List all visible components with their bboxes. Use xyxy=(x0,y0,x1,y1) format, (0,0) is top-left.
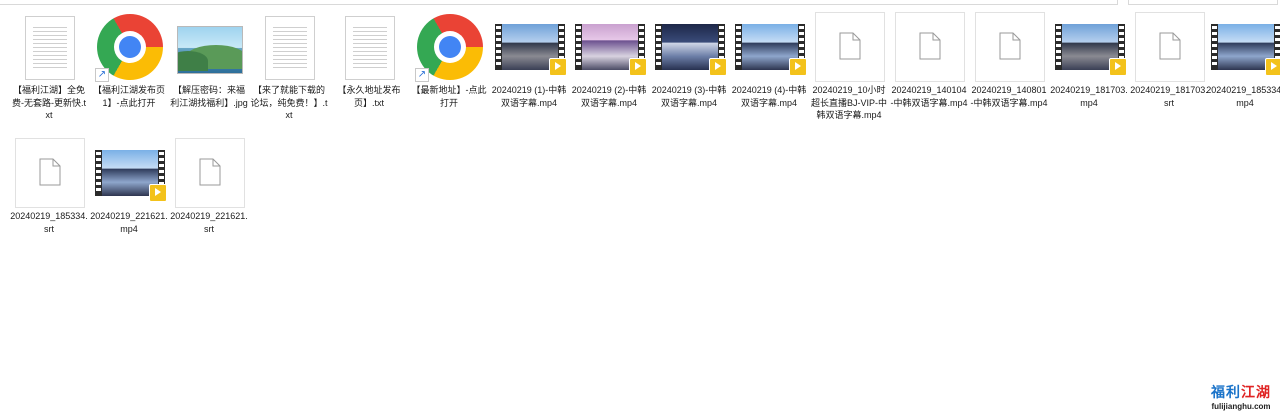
blank-file-icon xyxy=(175,138,245,208)
file-name: 【福利江湖】全免费-无套路-更新快.txt xyxy=(12,85,86,120)
video-file-icon xyxy=(735,12,807,82)
shortcut-arrow-icon: ↗ xyxy=(415,68,429,82)
play-badge-icon xyxy=(709,58,727,76)
address-bar[interactable] xyxy=(0,0,1118,5)
file-name: 20240219_221621.mp4 xyxy=(90,211,168,234)
file-name: 20240219_181703.srt xyxy=(1130,85,1208,108)
watermark-title: 福利江湖 xyxy=(1211,385,1271,401)
file-name: 【福利江湖发布页1】-点此打开 xyxy=(92,85,165,108)
watermark-logo: 福利江湖 fulijianghu.com xyxy=(1205,382,1277,416)
video-file-icon xyxy=(655,12,727,82)
file-name: 20240219 (3)-中韩双语字幕.mp4 xyxy=(651,85,727,108)
watermark-url: fulijianghu.com xyxy=(1211,402,1271,411)
blank-file-icon xyxy=(975,12,1045,82)
video-file-icon xyxy=(575,12,647,82)
file-name: 20240219 (2)-中韩双语字幕.mp4 xyxy=(571,85,647,108)
play-badge-icon xyxy=(629,58,647,76)
shortcut-arrow-icon: ↗ xyxy=(95,68,109,82)
text-file-icon xyxy=(255,12,325,82)
play-badge-icon xyxy=(1265,58,1280,76)
file-name: 【最新地址】-点此打开 xyxy=(411,85,487,108)
play-badge-icon xyxy=(1109,58,1127,76)
file-name: 20240219 (4)-中韩双语字幕.mp4 xyxy=(731,85,807,108)
video-file-icon xyxy=(1055,12,1127,82)
blank-file-icon xyxy=(815,12,885,82)
play-badge-icon xyxy=(549,58,567,76)
file-name: 20240219_140104-中韩双语字幕.mp4 xyxy=(890,85,968,108)
file-name: 20240219_140801-中韩双语字幕.mp4 xyxy=(970,85,1048,108)
blank-file-icon xyxy=(15,138,85,208)
blank-file-icon xyxy=(1135,12,1205,82)
file-name: 【来了就能下载的论坛，纯免费！】.txt xyxy=(250,85,328,120)
search-box[interactable] xyxy=(1128,0,1278,5)
file-name: 20240219_221621.srt xyxy=(170,211,248,234)
video-file-icon xyxy=(495,12,567,82)
chrome-shortcut-icon: ↗ xyxy=(415,12,485,82)
file-name: 20240219_185334.mp4 xyxy=(1206,85,1280,108)
image-file-icon xyxy=(175,12,245,82)
blank-file-icon xyxy=(895,12,965,82)
chrome-shortcut-icon: ↗ xyxy=(95,12,165,82)
play-badge-icon xyxy=(789,58,807,76)
address-bar-area xyxy=(0,0,1280,6)
file-name: 【解压密码：来福利江湖找福利】.jpg xyxy=(170,85,248,108)
file-name: 【永久地址发布页】.txt xyxy=(337,85,401,108)
video-file-icon xyxy=(95,138,167,208)
file-name: 20240219 (1)-中韩双语字幕.mp4 xyxy=(491,85,567,108)
text-file-icon xyxy=(15,12,85,82)
text-file-icon xyxy=(335,12,405,82)
play-badge-icon xyxy=(149,184,167,202)
video-file-icon xyxy=(1211,12,1280,82)
file-name: 20240219_185334.srt xyxy=(10,211,88,234)
file-name: 20240219_10小时超长直播BJ-VIP-中韩双语字幕.mp4 xyxy=(810,85,887,120)
file-name: 20240219_181703.mp4 xyxy=(1050,85,1128,108)
